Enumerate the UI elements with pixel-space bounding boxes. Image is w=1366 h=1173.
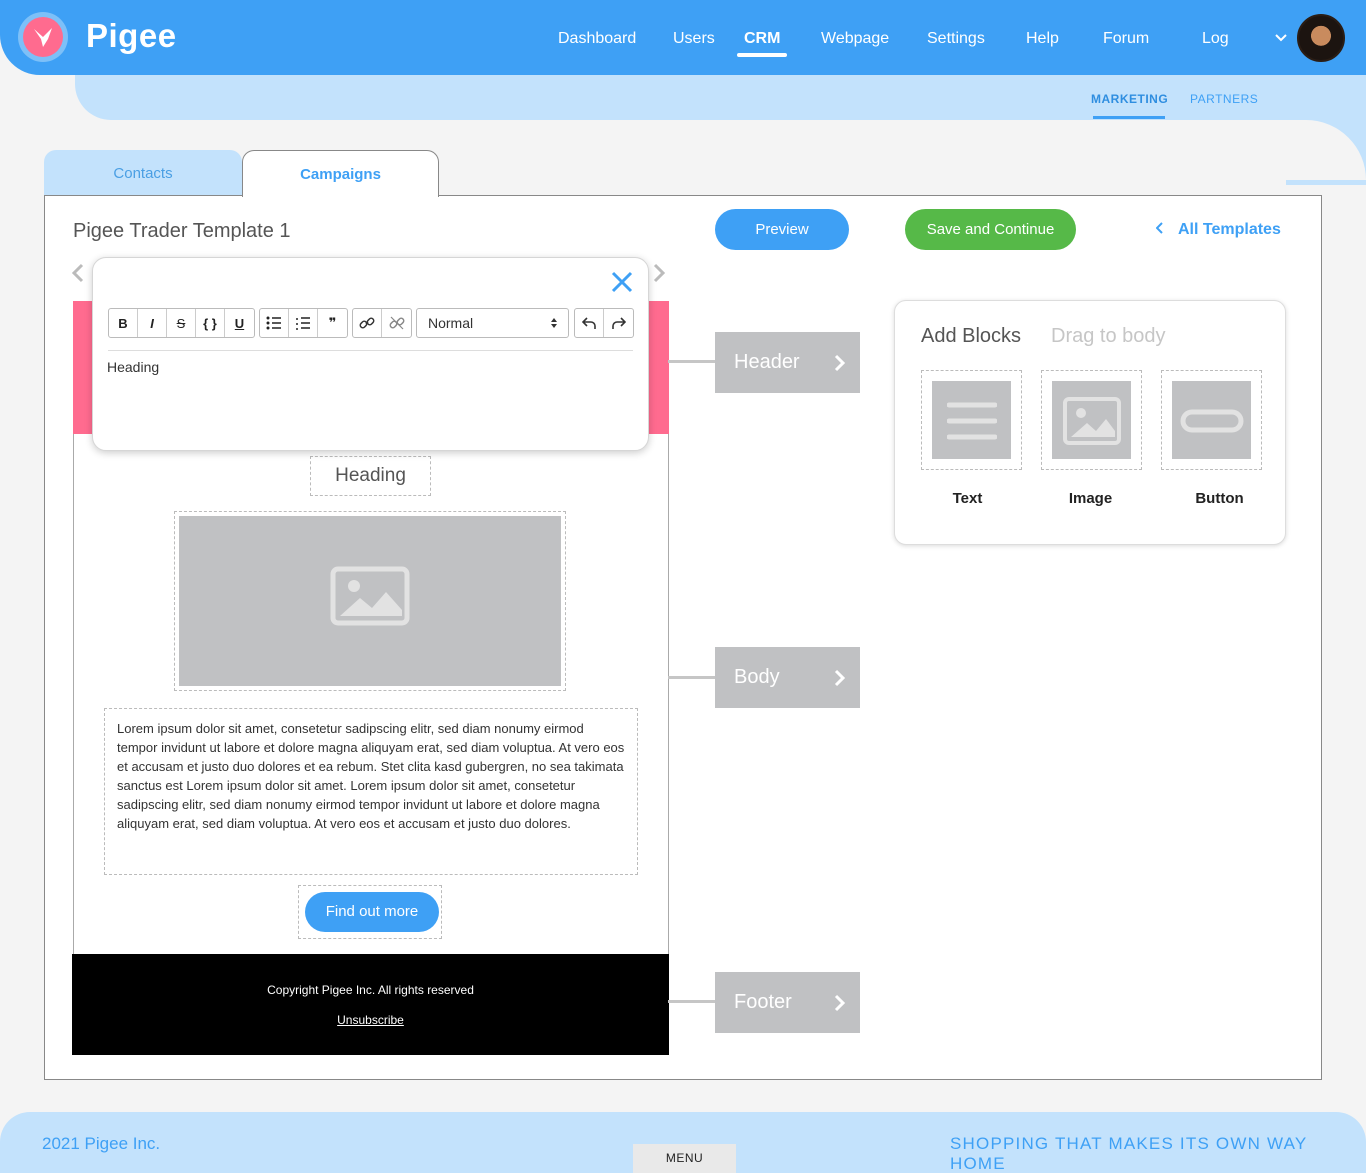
image-block-label: Image: [1068, 490, 1113, 507]
numbered-list-icon[interactable]: [289, 309, 318, 337]
avatar[interactable]: [1297, 14, 1345, 62]
email-button-block[interactable]: Find out more: [298, 885, 442, 939]
save-continue-button[interactable]: Save and Continue: [905, 209, 1076, 250]
preview-button[interactable]: Preview: [715, 209, 849, 250]
text-block-label: Text: [952, 490, 983, 507]
arrow-right-icon[interactable]: [650, 263, 668, 283]
tab-contacts[interactable]: Contacts: [44, 150, 242, 196]
toolbar-history-group: [574, 308, 634, 338]
image-icon: [330, 566, 410, 626]
close-icon[interactable]: [610, 270, 634, 294]
chevron-right-icon: [834, 354, 846, 372]
toolbar-format-group: B I S { } U: [108, 308, 255, 338]
code-icon[interactable]: { }: [196, 309, 225, 337]
image-block-tile[interactable]: [1041, 370, 1142, 470]
logo[interactable]: [18, 12, 68, 62]
sub-nav-bar: [75, 75, 1366, 120]
body-section-button[interactable]: Body: [715, 647, 860, 708]
email-footer-section[interactable]: [72, 954, 669, 1055]
nav-webpage[interactable]: Webpage: [821, 30, 889, 48]
header-section-label: Header: [734, 351, 800, 373]
chevron-left-icon: [1155, 221, 1164, 239]
nav-help[interactable]: Help: [1026, 30, 1059, 48]
format-select[interactable]: Normal: [416, 308, 569, 338]
nav-dashboard[interactable]: Dashboard: [558, 30, 636, 48]
chevron-down-icon[interactable]: [1274, 31, 1288, 45]
unlink-icon[interactable]: [382, 309, 411, 337]
bold-icon[interactable]: B: [109, 309, 138, 337]
toolbar-list-group: ❞: [259, 308, 348, 338]
header-connector: [668, 360, 716, 363]
subnav-marketing[interactable]: MARKETING: [1091, 92, 1168, 106]
tab-campaigns[interactable]: Campaigns: [242, 150, 439, 197]
nav-active-indicator: [737, 53, 787, 57]
nav-crm[interactable]: CRM: [744, 30, 780, 48]
subnav-partners[interactable]: PARTNERS: [1190, 92, 1258, 106]
page-title: Pigee Trader Template 1: [73, 220, 291, 242]
chevron-right-icon: [834, 669, 846, 687]
header-section-button[interactable]: Header: [715, 332, 860, 393]
italic-icon[interactable]: I: [138, 309, 167, 337]
toolbar-link-group: [352, 308, 412, 338]
footer-section-button[interactable]: Footer: [715, 972, 860, 1033]
editor-divider: [108, 350, 633, 351]
quote-icon[interactable]: ❞: [318, 309, 347, 337]
body-connector: [668, 676, 716, 679]
subnav-active-indicator: [1093, 116, 1165, 119]
editor-text-area[interactable]: Heading: [107, 359, 627, 439]
add-blocks-hint: Drag to body: [1051, 325, 1166, 347]
body-section-label: Body: [734, 666, 780, 688]
site-tagline: SHOPPING THAT MAKES ITS OWN WAY HOME: [950, 1134, 1308, 1173]
arrow-left-icon[interactable]: [70, 263, 88, 283]
nav-log[interactable]: Log: [1202, 30, 1229, 48]
format-select-value: Normal: [428, 315, 474, 331]
all-templates-label: All Templates: [1178, 221, 1281, 238]
menu-button[interactable]: MENU: [633, 1144, 736, 1173]
text-block-tile[interactable]: [921, 370, 1022, 470]
button-shape-icon: [1172, 381, 1251, 459]
image-placeholder: [179, 516, 561, 686]
footer-copyright: Copyright Pigee Inc. All rights reserved: [267, 983, 474, 997]
email-heading-block[interactable]: Heading: [310, 456, 431, 496]
strikethrough-icon[interactable]: S: [167, 309, 196, 337]
image-icon: [1052, 381, 1131, 459]
underline-icon[interactable]: U: [225, 309, 254, 337]
bird-icon: [23, 17, 63, 57]
undo-icon[interactable]: [575, 309, 604, 337]
redo-icon[interactable]: [604, 309, 633, 337]
link-icon[interactable]: [353, 309, 382, 337]
select-arrows-icon: [551, 318, 557, 328]
find-out-more-button[interactable]: Find out more: [305, 892, 439, 932]
nav-settings[interactable]: Settings: [927, 30, 985, 48]
text-lines-icon: [932, 381, 1011, 459]
all-templates-link[interactable]: All Templates: [1155, 221, 1281, 239]
site-copyright: 2021 Pigee Inc.: [42, 1134, 161, 1153]
nav-users[interactable]: Users: [673, 30, 715, 48]
button-block-tile[interactable]: [1161, 370, 1262, 470]
email-image-block[interactable]: [174, 511, 566, 691]
email-text-block[interactable]: Lorem ipsum dolor sit amet, consetetur s…: [104, 708, 638, 875]
bullet-list-icon[interactable]: [260, 309, 289, 337]
add-blocks-title: Add Blocks: [921, 325, 1022, 347]
unsubscribe-link[interactable]: Unsubscribe: [72, 1013, 669, 1027]
nav-forum[interactable]: Forum: [1103, 30, 1149, 48]
footer-section-label: Footer: [734, 991, 792, 1013]
brand-name[interactable]: Pigee: [86, 17, 177, 55]
footer-connector: [668, 1000, 716, 1003]
chevron-right-icon: [834, 994, 846, 1012]
button-block-label: Button: [1195, 490, 1244, 507]
